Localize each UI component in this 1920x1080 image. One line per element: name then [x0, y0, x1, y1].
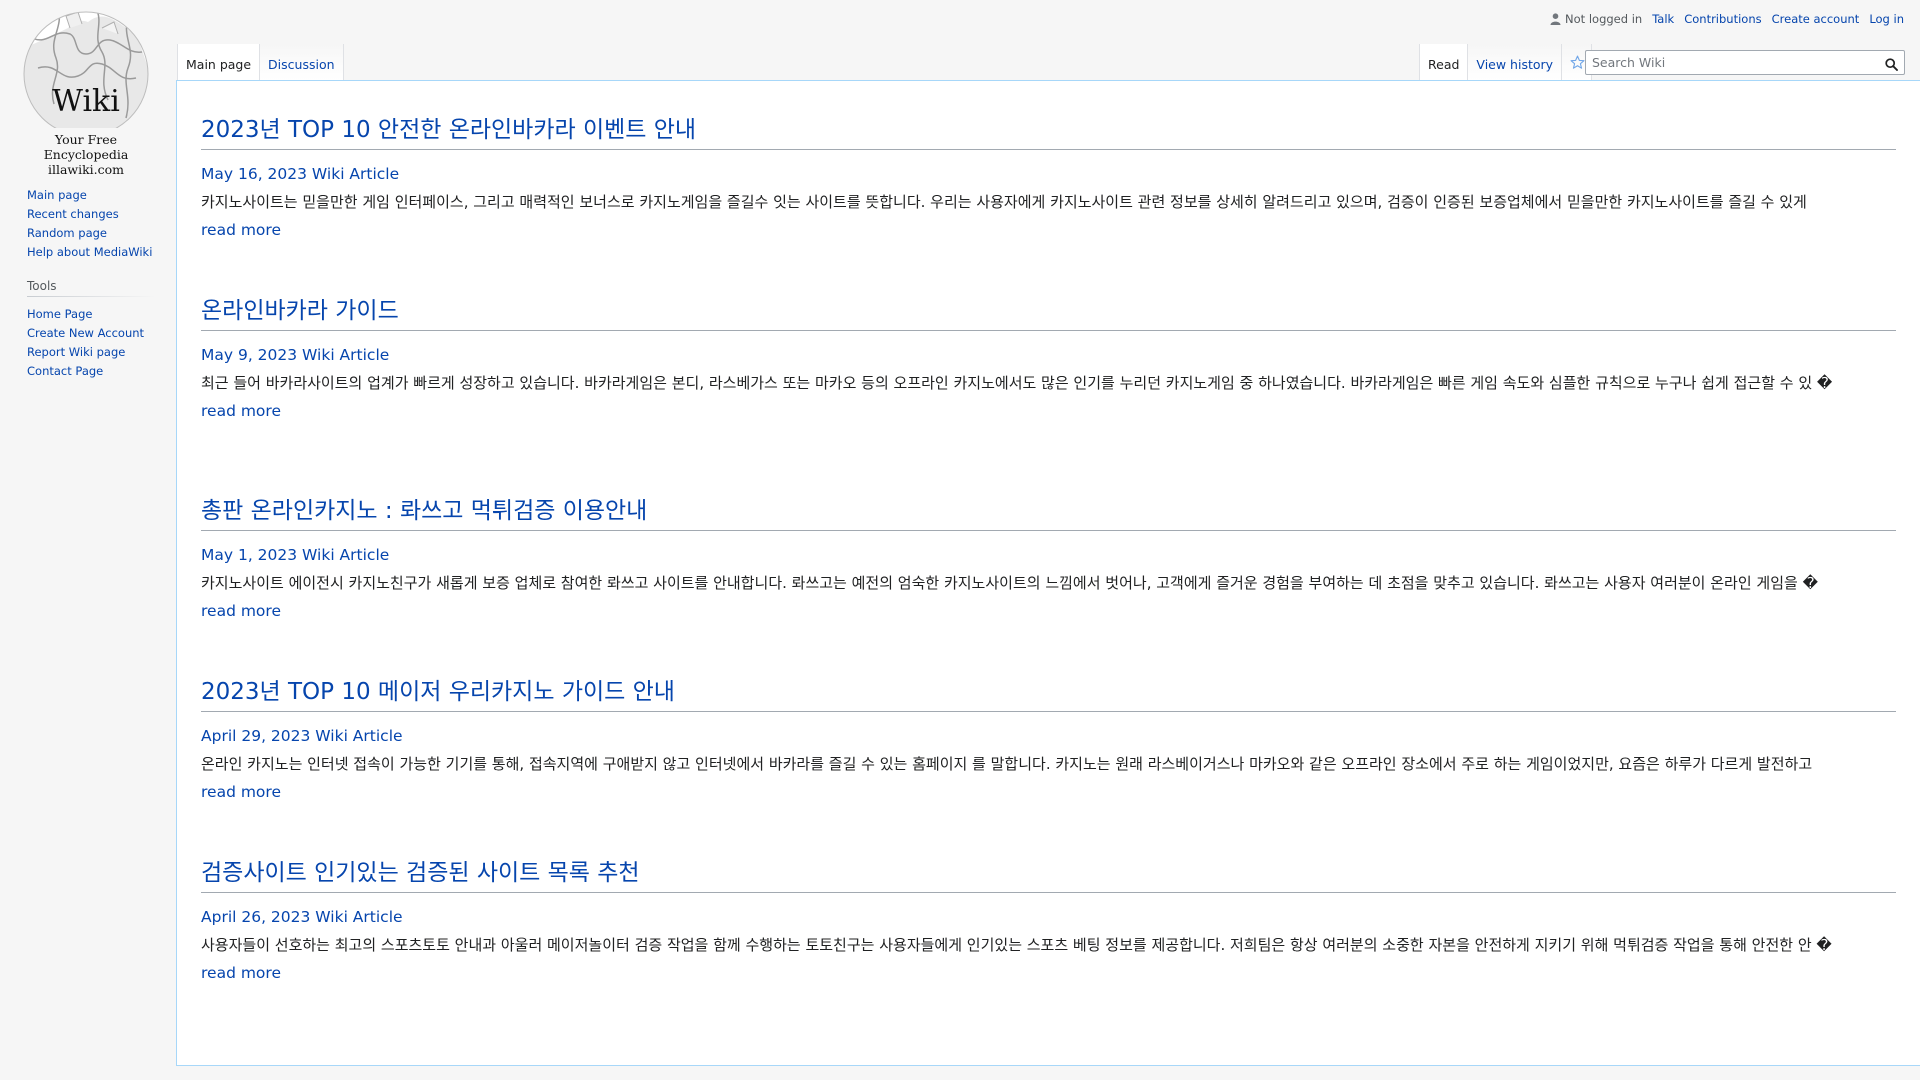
article-item: 온라인바카라 가이드 May 9, 2023 Wiki Article 최근 들…	[201, 296, 1896, 496]
log-in-link[interactable]: Log in	[1869, 12, 1904, 26]
tab-discussion[interactable]: Discussion	[260, 44, 344, 80]
sidebar-link[interactable]: Recent changes	[27, 207, 119, 221]
site-logo[interactable]: Wiki Your Free Encyclopedia illawiki.com	[18, 8, 154, 177]
sidebar-link[interactable]: Contact Page	[27, 364, 103, 378]
article-item: 2023년 TOP 10 메이저 우리카지노 가이드 안내 April 29, …	[201, 677, 1896, 858]
article-title: 온라인바카라 가이드	[201, 296, 1896, 331]
article-title: 총판 온라인카지노 : 롸쓰고 먹튀검증 이용안내	[201, 496, 1896, 531]
article-excerpt: 사용자들이 선호하는 최고의 스포츠토토 안내과 아울러 메이저놀이터 검증 작…	[201, 936, 1832, 954]
article-item: 총판 온라인카지노 : 롸쓰고 먹튀검증 이용안내 May 1, 2023 Wi…	[201, 496, 1896, 677]
sidebar-item-report-page[interactable]: Report Wiki page	[27, 343, 155, 362]
sidebar-link[interactable]: Create New Account	[27, 326, 144, 340]
article-title-link[interactable]: 검증사이트 인기있는 검증된 사이트 목록 추천	[201, 860, 640, 886]
sidebar-tools: Tools Home Page Create New Account Repor…	[27, 279, 155, 381]
sidebar-link[interactable]: Home Page	[27, 307, 92, 321]
search-icon	[1885, 58, 1898, 71]
article-title-link[interactable]: 2023년 TOP 10 안전한 온라인바카라 이벤트 안내	[201, 117, 696, 143]
read-more-link[interactable]: read more	[201, 782, 1896, 802]
tab-main-page[interactable]: Main page	[177, 44, 261, 80]
search-box	[1585, 50, 1905, 75]
not-logged-in-status: Not logged in	[1550, 12, 1642, 26]
article-title: 2023년 TOP 10 안전한 온라인바카라 이벤트 안내	[201, 115, 1896, 150]
article-excerpt: 최근 들어 바카라사이트의 업계가 빠르게 성장하고 있습니다. 바카라게임은 …	[201, 374, 1833, 392]
view-tabs: Read View history	[1419, 44, 1593, 80]
sidebar-item-help[interactable]: Help about MediaWiki	[27, 243, 155, 262]
article-excerpt: 온라인 카지노는 인터넷 접속이 가능한 기기를 통해, 접속지역에 구애받지 …	[201, 755, 1813, 773]
sidebar-tools-heading: Tools	[27, 279, 155, 297]
sidebar-link[interactable]: Main page	[27, 188, 87, 202]
article-item: 검증사이트 인기있는 검증된 사이트 목록 추천 April 26, 2023 …	[201, 858, 1896, 1048]
tab-read[interactable]: Read	[1419, 44, 1469, 80]
user-icon	[1550, 13, 1561, 25]
read-more-link[interactable]: read more	[201, 220, 1896, 240]
read-more-link[interactable]: read more	[201, 963, 1896, 983]
sidebar-navigation: Main page Recent changes Random page Hel…	[27, 186, 155, 262]
sidebar-item-home-page[interactable]: Home Page	[27, 305, 155, 324]
read-more-link[interactable]: read more	[201, 401, 1896, 421]
logo-tagline-text: Your Free Encyclopedia	[43, 132, 129, 162]
tab-label: View history	[1476, 57, 1554, 72]
tab-label: Discussion	[268, 57, 335, 72]
sidebar-link[interactable]: Help about MediaWiki	[27, 245, 152, 259]
sidebar-item-random-page[interactable]: Random page	[27, 224, 155, 243]
logo-wordmark: Wiki	[52, 84, 120, 119]
tab-label: Read	[1428, 57, 1460, 72]
search-button[interactable]	[1885, 56, 1898, 75]
main-content: 2023년 TOP 10 안전한 온라인바카라 이벤트 안내 May 16, 2…	[176, 80, 1920, 1066]
sidebar-item-contact-page[interactable]: Contact Page	[27, 362, 155, 381]
star-icon	[1570, 55, 1585, 69]
article-title-link[interactable]: 2023년 TOP 10 메이저 우리카지노 가이드 안내	[201, 679, 675, 705]
sidebar-link[interactable]: Report Wiki page	[27, 345, 125, 359]
tab-view-history[interactable]: View history	[1468, 44, 1563, 80]
sidebar-link[interactable]: Random page	[27, 226, 107, 240]
namespace-tabs: Main page Discussion	[177, 44, 344, 80]
tab-label: Main page	[186, 57, 252, 72]
search-input[interactable]	[1586, 51, 1876, 74]
article-meta: May 9, 2023 Wiki Article	[201, 346, 390, 364]
sidebar-item-recent-changes[interactable]: Recent changes	[27, 205, 155, 224]
logo-domain: illawiki.com	[47, 162, 125, 177]
read-more-link[interactable]: read more	[201, 601, 1896, 621]
talk-link[interactable]: Talk	[1652, 12, 1674, 26]
article-title: 2023년 TOP 10 메이저 우리카지노 가이드 안내	[201, 677, 1896, 712]
article-excerpt: 카지노사이트 에이전시 카지노친구가 새롭게 보증 업체로 참여한 롸쓰고 사이…	[201, 574, 1818, 592]
article-excerpt: 카지노사이트는 믿을만한 게임 인터페이스, 그리고 매력적인 보너스로 카지노…	[201, 193, 1807, 211]
article-title-link[interactable]: 온라인바카라 가이드	[201, 298, 399, 324]
not-logged-in-label: Not logged in	[1565, 12, 1643, 26]
article-title: 검증사이트 인기있는 검증된 사이트 목록 추천	[201, 858, 1896, 893]
sidebar-item-main-page[interactable]: Main page	[27, 186, 155, 205]
create-account-link[interactable]: Create account	[1772, 12, 1860, 26]
contributions-link[interactable]: Contributions	[1684, 12, 1761, 26]
article-meta: May 1, 2023 Wiki Article	[201, 546, 390, 564]
article-item: 2023년 TOP 10 안전한 온라인바카라 이벤트 안내 May 16, 2…	[201, 115, 1896, 296]
article-meta: April 26, 2023 Wiki Article	[201, 908, 403, 926]
logo-tagline: Your Free Encyclopedia illawiki.com	[18, 132, 154, 177]
sidebar-item-create-account[interactable]: Create New Account	[27, 324, 155, 343]
article-meta: April 29, 2023 Wiki Article	[201, 727, 403, 745]
article-title-link[interactable]: 총판 온라인카지노 : 롸쓰고 먹튀검증 이용안내	[201, 498, 647, 524]
article-meta: May 16, 2023 Wiki Article	[201, 165, 400, 183]
personal-tools: Not logged in Talk Contributions Create …	[1550, 11, 1904, 27]
